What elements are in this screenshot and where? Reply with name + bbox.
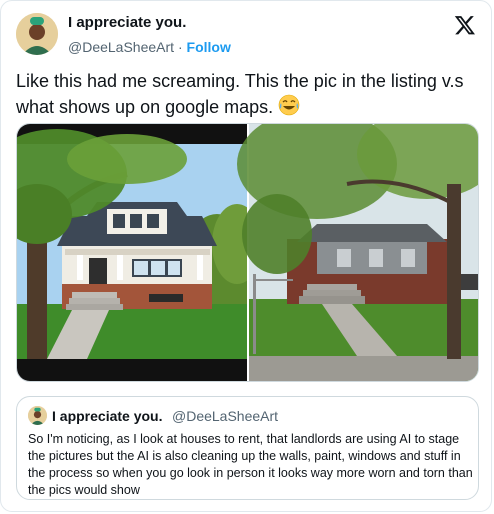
author-name[interactable]: I appreciate you. [68,14,186,31]
street-view-photo[interactable] [237,124,478,381]
quoted-author-name: I appreciate you. [52,408,163,424]
listing-photo[interactable] [17,124,262,381]
quoted-text: So I'm noticing, as I look at houses to … [28,432,473,497]
meta-separator: · [177,39,183,55]
author-meta: @DeeLaSheeArt · Follow [68,39,231,55]
quoted-author-avatar [28,406,47,425]
quoted-tweet[interactable]: I appreciate you. @DeeLaSheeArt So I'm n… [16,396,479,500]
tweet-body: Like this had me screaming. This the pic… [16,71,464,117]
x-logo-icon[interactable] [454,14,476,36]
author-handle[interactable]: @DeeLaSheeArt [68,39,174,55]
tweet-card: I appreciate you. @DeeLaSheeArt · Follow… [0,0,492,512]
tweet-media[interactable] [16,123,479,382]
laughing-emoji-icon [278,94,300,123]
tweet-text: Like this had me screaming. This the pic… [16,69,481,123]
quoted-author-handle: @DeeLaSheeArt [172,408,279,424]
follow-button[interactable]: Follow [187,39,231,55]
author-avatar[interactable] [16,13,58,55]
